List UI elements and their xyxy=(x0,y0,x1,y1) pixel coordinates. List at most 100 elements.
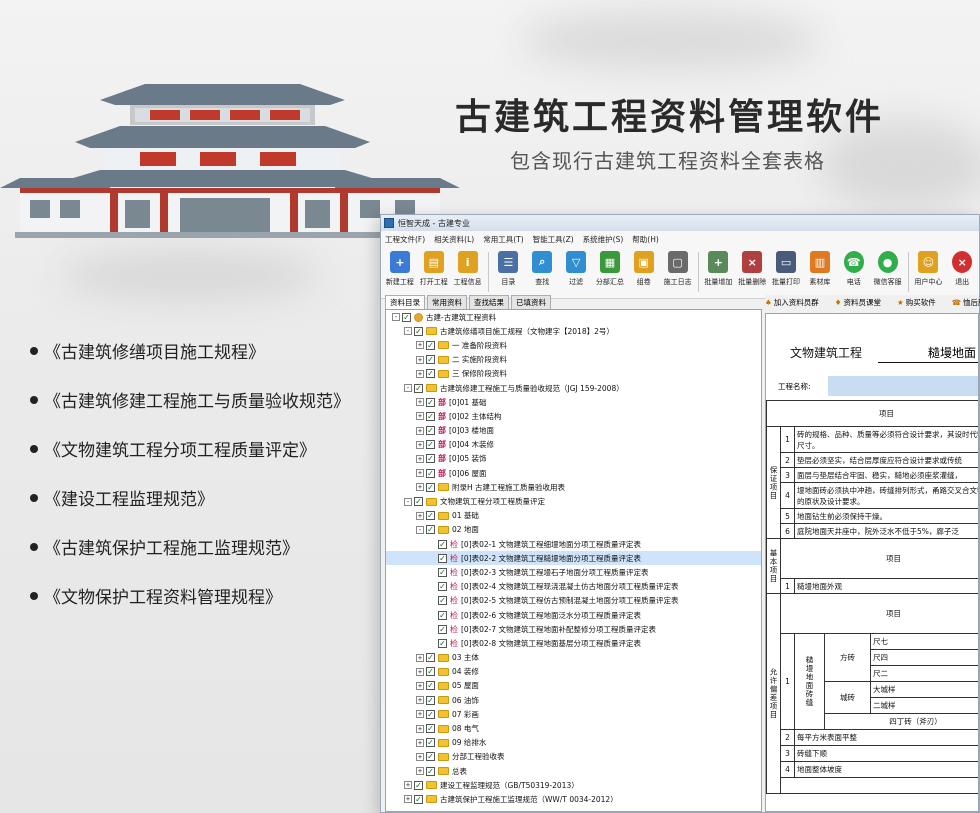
checkbox[interactable]: ✓ xyxy=(426,454,435,464)
checkbox[interactable]: ✓ xyxy=(438,638,447,648)
tree-node[interactable]: + ✓ 部 [0]03 楼地面 xyxy=(386,424,761,438)
tree-node[interactable]: + ✓ 总表 xyxy=(386,764,761,778)
collapse-icon[interactable]: - xyxy=(416,525,424,534)
checkbox[interactable]: ✓ xyxy=(426,667,435,677)
allow-row-text[interactable]: 每平方米表面平整 xyxy=(794,729,978,746)
size-cell[interactable]: 尺七 xyxy=(870,633,978,650)
user-center-button[interactable]: ☺ 用户中心 xyxy=(911,247,945,287)
checkbox[interactable]: ✓ xyxy=(438,553,447,563)
checkbox[interactable]: ✓ xyxy=(426,738,435,748)
expand-icon[interactable]: + xyxy=(404,795,412,804)
checkbox[interactable]: ✓ xyxy=(438,582,447,592)
tree-node[interactable]: + ✓ 09 给排水 xyxy=(386,736,761,750)
tree-node[interactable]: + ✓ 三 保修阶段资料 xyxy=(386,367,761,381)
expand-icon[interactable]: + xyxy=(416,653,424,662)
tree-node[interactable]: + ✓ 04 装修 xyxy=(386,665,761,679)
collapse-icon[interactable]: - xyxy=(404,384,412,393)
checkbox[interactable]: ✓ xyxy=(426,468,435,478)
tree-node[interactable]: ✓ 检 [0]表02-1 文物建筑工程细墁地面分项工程质量评定表 xyxy=(386,537,761,551)
classroom-button[interactable]: ♦ 资料员课堂 xyxy=(835,297,889,308)
checkbox[interactable]: ✓ xyxy=(426,369,435,379)
join-group-button[interactable]: ♠ 加入资料员群 xyxy=(765,297,827,308)
log-button[interactable]: ▢ 施工日志 xyxy=(661,247,695,287)
catalog-button[interactable]: ☰ 目录 xyxy=(491,247,525,287)
tree-node[interactable]: + ✓ 部 [0]05 装饰 xyxy=(386,452,761,466)
checkbox[interactable]: ✓ xyxy=(414,326,423,336)
new-project-button[interactable]: + 新建工程 xyxy=(383,247,417,287)
expand-icon[interactable]: + xyxy=(416,511,424,520)
tree-node[interactable]: + ✓ 二 实施阶段资料 xyxy=(386,353,761,367)
expand-icon[interactable]: + xyxy=(416,483,424,492)
checkbox[interactable]: ✓ xyxy=(426,482,435,492)
checkbox[interactable]: ✓ xyxy=(426,752,435,762)
tree-node[interactable]: + ✓ 古建筑保护工程施工监理规范（WW/T 0034-2012） xyxy=(386,792,761,806)
checkbox[interactable]: ✓ xyxy=(426,681,435,691)
expand-icon[interactable]: + xyxy=(416,738,424,747)
open-project-button[interactable]: ▤ 打开工程 xyxy=(417,247,451,287)
tree-node[interactable]: ✓ 检 [0]表02-7 文物建筑工程地面补配整修分项工程质量评定表 xyxy=(386,622,761,636)
expand-icon[interactable]: + xyxy=(416,696,424,705)
tree-node[interactable]: ✓ 检 [0]表02-8 文物建筑工程地面基层分项工程质量评定表 xyxy=(386,636,761,650)
checkbox[interactable]: ✓ xyxy=(414,383,423,393)
siding-cell[interactable]: 四丁砖（斧刃） xyxy=(824,713,978,730)
basic-row-text[interactable]: 糙墁地面外观 xyxy=(794,578,978,594)
collapse-icon[interactable]: - xyxy=(404,327,412,336)
menu-file[interactable]: 工程文件(F) xyxy=(385,234,425,245)
tree-node[interactable]: + ✓ 部 [0]06 屋面 xyxy=(386,466,761,480)
checkbox[interactable]: ✓ xyxy=(426,766,435,776)
filter-button[interactable]: ▽ 过滤 xyxy=(559,247,593,287)
tree-node[interactable]: ✓ 检 [0]表02-5 文物建筑工程仿古预制混凝土地面分项工程质量评定表 xyxy=(386,594,761,608)
buy-software-button[interactable]: ★ 购买软件 xyxy=(897,297,944,308)
checkbox[interactable]: ✓ xyxy=(414,780,423,790)
checkbox[interactable]: ✓ xyxy=(438,567,447,577)
project-info-button[interactable]: i 工程信息 xyxy=(451,247,485,287)
expand-icon[interactable]: + xyxy=(416,667,424,676)
guarantee-row-text[interactable]: 面层与垫层结合牢固、稳实，糙地必须座浆灌缝， xyxy=(794,467,978,483)
checkbox[interactable]: ✓ xyxy=(426,653,435,663)
tree-node[interactable]: + ✓ 部 [0]04 木装修 xyxy=(386,438,761,452)
checkbox[interactable]: ✓ xyxy=(426,709,435,719)
tree-node[interactable]: ✓ 检 [0]表02-6 文物建筑工程地面泛水分项工程质量评定表 xyxy=(386,608,761,622)
tree-node[interactable]: ✓ 检 [0]表02-3 文物建筑工程墁石子地面分项工程质量评定表 xyxy=(386,565,761,579)
tree-node[interactable]: + ✓ 部 [0]02 主体结构 xyxy=(386,409,761,423)
guarantee-row-text[interactable]: 墁地面砖必须执中冲趟，砖缝排列形式，甬路交叉合文物建筑的原状及设计要求。 xyxy=(794,482,978,509)
tree-node[interactable]: + ✓ 一 准备阶段资料 xyxy=(386,338,761,352)
tree-node[interactable]: - ✓ 古建筑修建工程施工与质量验收规范（JGJ 159-2008） xyxy=(386,381,761,395)
expand-icon[interactable]: + xyxy=(416,341,424,350)
wechat-button[interactable]: ● 微信客服 xyxy=(871,247,905,287)
expand-icon[interactable]: + xyxy=(416,412,424,421)
checkbox[interactable]: ✓ xyxy=(438,624,447,634)
menu-smart-tools[interactable]: 智能工具(Z) xyxy=(533,234,574,245)
checkbox[interactable]: ✓ xyxy=(426,426,435,436)
expand-icon[interactable]: + xyxy=(416,710,424,719)
allow-row-text[interactable]: 地面整体坡度 xyxy=(794,761,978,778)
tree-node[interactable]: ✓ 检 [0]表02-4 文物建筑工程现浇混凝土仿古地面分项工程质量评定表 xyxy=(386,580,761,594)
checkbox[interactable]: ✓ xyxy=(402,312,411,322)
size-cell[interactable]: 大城样 xyxy=(870,681,978,698)
tab-catalog[interactable]: 资料目录 xyxy=(385,295,425,309)
checkbox[interactable]: ✓ xyxy=(426,340,435,350)
tree-node[interactable]: - ✓ 古建筑修缮项目施工规程（文物建字【2018】2号） xyxy=(386,324,761,338)
tree-node[interactable]: ✓ 检 [0]表02-2 文物建筑工程糙墁地面分项工程质量评定表 xyxy=(386,551,761,566)
checkbox[interactable]: ✓ xyxy=(414,497,423,507)
checkbox[interactable]: ✓ xyxy=(426,724,435,734)
expand-icon[interactable]: + xyxy=(416,426,424,435)
expand-icon[interactable]: + xyxy=(416,724,424,733)
tree-node[interactable]: - ✓ 02 地面 xyxy=(386,523,761,537)
checkbox[interactable]: ✓ xyxy=(426,440,435,450)
expand-icon[interactable]: + xyxy=(404,781,412,790)
tree-node[interactable]: + ✓ 部 [0]01 基础 xyxy=(386,395,761,409)
expand-icon[interactable]: + xyxy=(416,398,424,407)
tab-search-results[interactable]: 查找结果 xyxy=(469,295,509,309)
tree-node[interactable]: + ✓ 03 主体 xyxy=(386,651,761,665)
checkbox[interactable]: ✓ xyxy=(426,695,435,705)
checkbox[interactable]: ✓ xyxy=(426,397,435,407)
expand-icon[interactable]: + xyxy=(416,752,424,761)
tree-node[interactable]: + ✓ 01 基础 xyxy=(386,509,761,523)
tree-node[interactable]: + ✓ 06 油饰 xyxy=(386,693,761,707)
expand-icon[interactable]: + xyxy=(416,440,424,449)
menu-related[interactable]: 相关资料(L) xyxy=(434,234,474,245)
checkbox[interactable]: ✓ xyxy=(426,525,435,535)
checkbox[interactable]: ✓ xyxy=(426,511,435,521)
expand-icon[interactable]: + xyxy=(416,355,424,364)
